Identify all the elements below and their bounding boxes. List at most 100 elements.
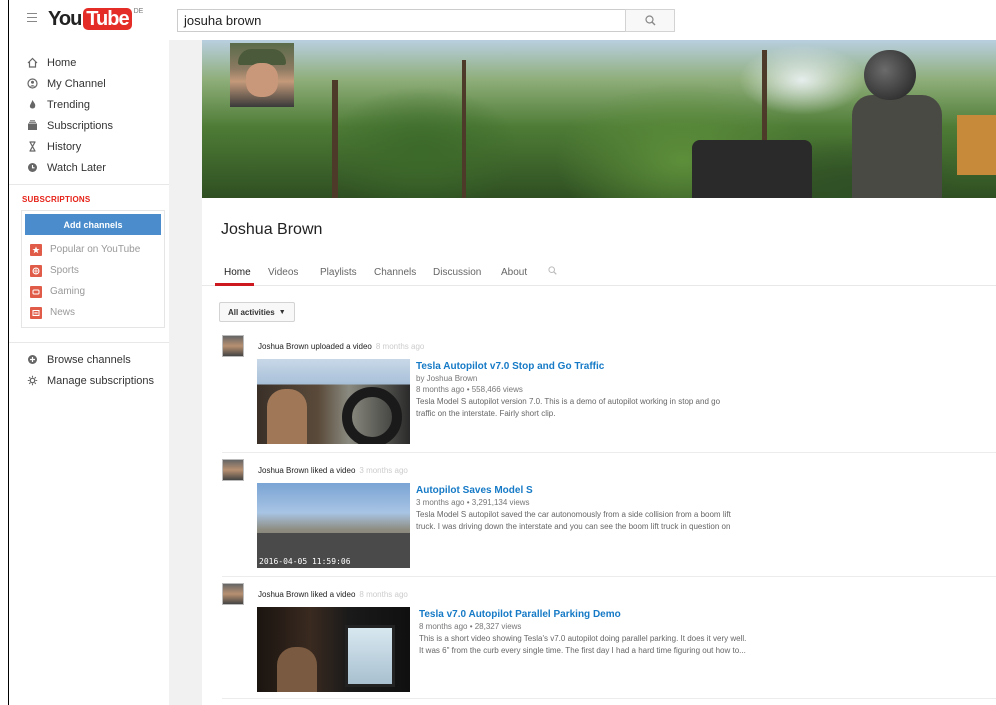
feed-action-time: 3 months ago	[359, 466, 408, 475]
subscription-label: News	[50, 307, 76, 318]
browser-viewport: You Tube DE josuha brown Home My Channel…	[8, 0, 996, 705]
flame-icon	[26, 99, 38, 111]
subscription-item-popular[interactable]: Popular on YouTube	[22, 239, 164, 260]
video-meta: 8 months ago • 28,327 views	[419, 622, 522, 631]
video-title-link[interactable]: Tesla v7.0 Autopilot Parallel Parking De…	[419, 609, 839, 620]
video-description-line2: traffic on the interstate. Fairly short …	[416, 409, 556, 418]
masthead: You Tube DE josuha brown	[9, 0, 996, 40]
news-icon	[30, 306, 42, 319]
feed-action-text[interactable]: Joshua Brown uploaded a video	[258, 342, 372, 351]
logo-tube: Tube	[83, 8, 132, 30]
sidebar-item-watch-later[interactable]: Watch Later	[9, 157, 169, 178]
sidebar-item-label: Subscriptions	[47, 119, 114, 132]
search-icon	[644, 15, 655, 26]
feed-divider	[222, 452, 996, 453]
home-icon	[26, 57, 38, 69]
subscription-label: Popular on YouTube	[50, 244, 141, 255]
feed-action-text[interactable]: Joshua Brown liked a video	[258, 466, 355, 475]
channel-avatar[interactable]	[230, 43, 294, 107]
feed-action-time: 8 months ago	[359, 590, 408, 599]
subscription-item-gaming[interactable]: Gaming	[22, 281, 164, 302]
feed-action: Joshua Brown liked a video 8 months ago	[258, 590, 408, 599]
feed-divider	[222, 576, 996, 577]
subscriptions-box: Add channels Popular on YouTube Sports G…	[21, 210, 165, 328]
youtube-logo[interactable]: You Tube DE	[48, 8, 143, 30]
sidebar-item-label: History	[47, 140, 82, 153]
add-circle-icon	[26, 354, 38, 366]
active-tab-indicator	[215, 283, 254, 286]
clock-icon	[26, 162, 38, 174]
channel-title: Joshua Brown	[221, 221, 323, 238]
sidebar-item-home[interactable]: Home	[9, 52, 169, 73]
video-info: Tesla Autopilot v7.0 Stop and Go Traffic…	[416, 361, 786, 419]
star-icon	[30, 243, 42, 256]
guide-menu-icon[interactable]	[27, 13, 37, 22]
feed-divider	[222, 698, 996, 699]
all-activities-dropdown[interactable]: All activities ▼	[219, 302, 295, 322]
sidebar-item-label: Trending	[47, 98, 91, 111]
channel-page: Joshua Brown Home Videos Playlists Chann…	[202, 40, 996, 705]
search-input[interactable]: josuha brown	[177, 9, 625, 32]
sidebar-item-label: My Channel	[47, 77, 106, 90]
sidebar-item-manage-subscriptions[interactable]: Manage subscriptions	[9, 370, 169, 391]
logo-country-code: DE	[133, 8, 144, 15]
tab-videos[interactable]: Videos	[268, 267, 298, 278]
feed-action: Joshua Brown liked a video 3 months ago	[258, 466, 408, 475]
all-activities-label: All activities	[228, 307, 275, 317]
subscription-item-news[interactable]: News	[22, 302, 164, 323]
video-thumbnail[interactable]	[257, 607, 410, 692]
video-description-line1: Tesla Model S autopilot version 7.0. Thi…	[416, 397, 721, 406]
sidebar-item-label: Manage subscriptions	[47, 374, 155, 387]
caret-down-icon: ▼	[278, 308, 286, 316]
video-meta: 3 months ago • 3,291,134 views	[416, 498, 530, 507]
video-title-link[interactable]: Tesla Autopilot v7.0 Stop and Go Traffic	[416, 361, 786, 372]
channel-tabs: Home Videos Playlists Channels Discussio…	[202, 262, 996, 286]
subscription-label: Sports	[50, 265, 79, 276]
tab-playlists[interactable]: Playlists	[320, 267, 357, 278]
feed-avatar[interactable]	[222, 583, 244, 605]
subscriptions-heading[interactable]: SUBSCRIPTIONS	[9, 184, 169, 210]
banner-rider-image	[692, 45, 996, 198]
thumbnail-timestamp: 2016-04-05 11:59:06	[259, 557, 351, 566]
channel-banner	[202, 40, 996, 198]
feed-action-text[interactable]: Joshua Brown liked a video	[258, 590, 355, 599]
logo-you: You	[48, 8, 82, 30]
video-description-line1: Tesla Model S autopilot saved the car au…	[416, 510, 731, 519]
feed-item: Joshua Brown liked a video 3 months ago 2…	[222, 459, 996, 574]
tab-channels[interactable]: Channels	[374, 267, 416, 278]
sidebar-item-history[interactable]: History	[9, 136, 169, 157]
sidebar-item-label: Browse channels	[47, 353, 131, 366]
video-thumbnail[interactable]	[257, 359, 410, 444]
tab-home[interactable]: Home	[224, 267, 251, 278]
video-meta: 8 months ago • 558,466 views	[416, 385, 523, 394]
sidebar-item-my-channel[interactable]: My Channel	[9, 73, 169, 94]
feed-item: Joshua Brown uploaded a video 8 months ag…	[222, 335, 996, 450]
sidebar-item-browse-channels[interactable]: Browse channels	[9, 349, 169, 370]
video-description-line2: It was 6" from the curb every single tim…	[419, 646, 746, 655]
gaming-icon	[30, 285, 42, 298]
subscriptions-icon	[26, 120, 38, 132]
tab-discussion[interactable]: Discussion	[433, 267, 481, 278]
subscription-item-sports[interactable]: Sports	[22, 260, 164, 281]
feed-avatar[interactable]	[222, 459, 244, 481]
sidebar-item-label: Watch Later	[47, 161, 106, 174]
video-info: Autopilot Saves Model S 3 months ago • 3…	[416, 485, 786, 532]
person-icon	[26, 78, 38, 90]
add-channels-button[interactable]: Add channels	[25, 214, 161, 235]
video-byline[interactable]: by Joshua Brown	[416, 373, 786, 384]
sidebar-item-trending[interactable]: Trending	[9, 94, 169, 115]
guide-sidebar: Home My Channel Trending Subscriptions H…	[9, 40, 169, 705]
subscription-label: Gaming	[50, 286, 86, 297]
video-description-line2: truck. I was driving down the interstate…	[416, 522, 731, 531]
feed-avatar[interactable]	[222, 335, 244, 357]
channel-search-icon[interactable]	[548, 266, 557, 278]
video-title-link[interactable]: Autopilot Saves Model S	[416, 485, 786, 496]
video-thumbnail[interactable]: 2016-04-05 11:59:06	[257, 483, 410, 568]
sports-icon	[30, 264, 42, 277]
sidebar-item-subscriptions[interactable]: Subscriptions	[9, 115, 169, 136]
tab-about[interactable]: About	[501, 267, 527, 278]
search-button[interactable]	[625, 9, 675, 32]
feed-item: Joshua Brown liked a video 8 months ago T…	[222, 583, 996, 705]
video-description-line1: This is a short video showing Tesla's v7…	[419, 634, 747, 643]
video-info: Tesla v7.0 Autopilot Parallel Parking De…	[419, 609, 839, 656]
